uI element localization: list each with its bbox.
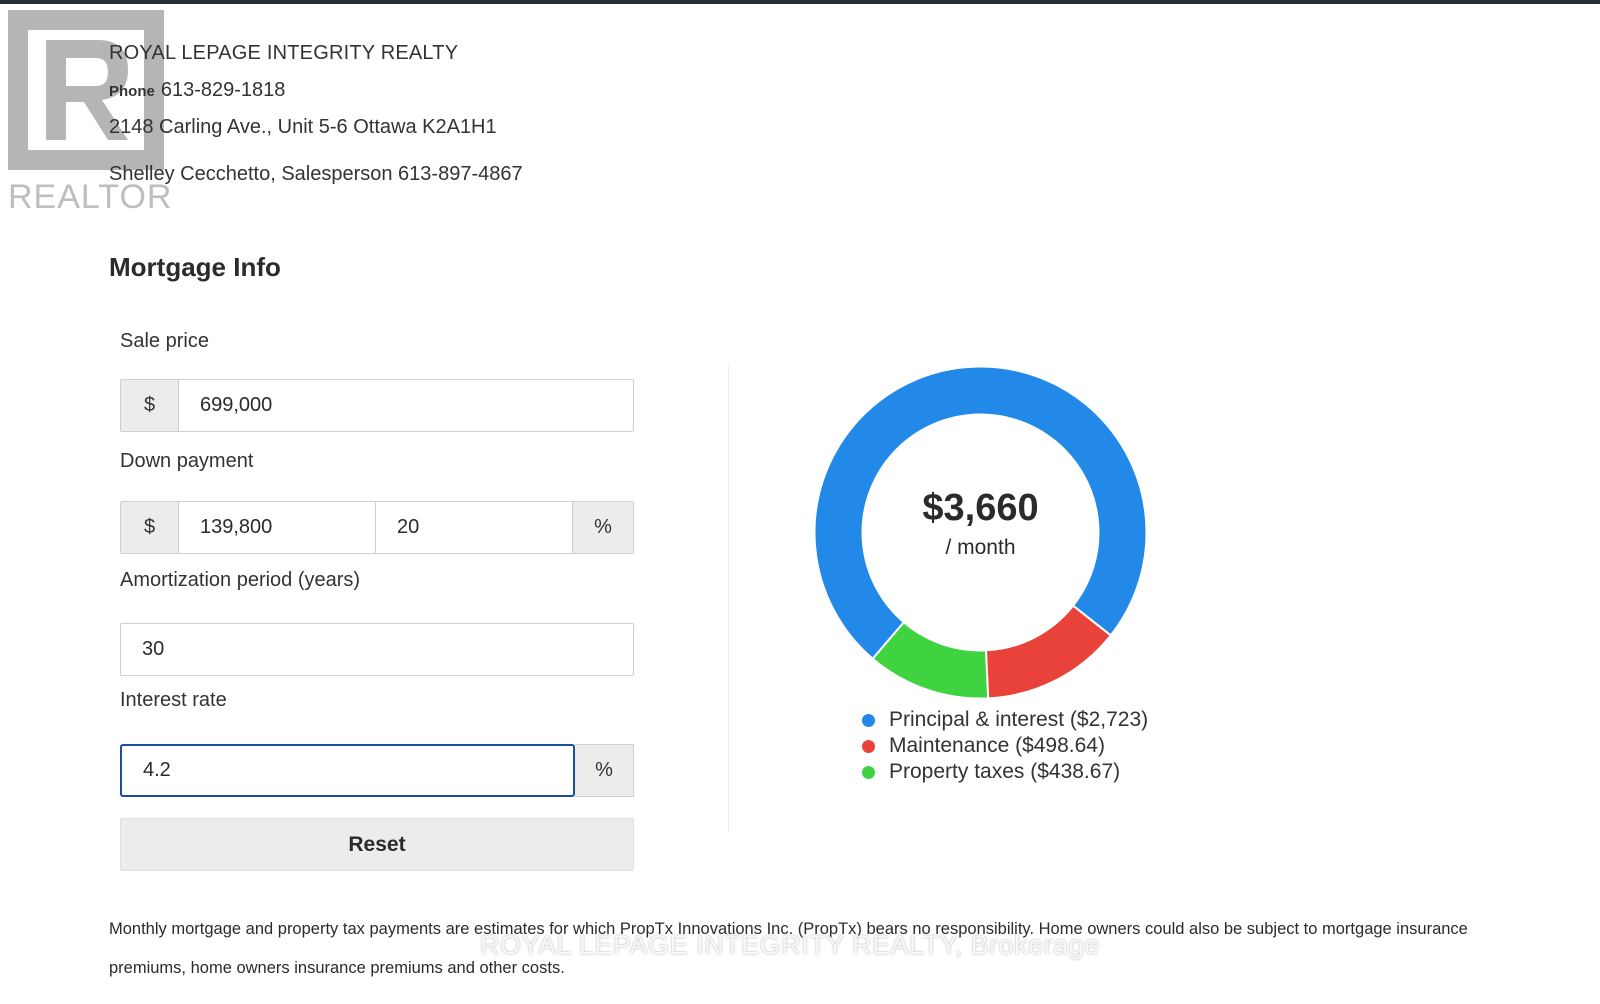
legend-label: Maintenance ($498.64)	[889, 734, 1105, 757]
down-payment-amount-input[interactable]: 139,800	[179, 502, 376, 553]
reset-button[interactable]: Reset	[120, 818, 634, 871]
amortization-input[interactable]: 30	[121, 624, 633, 675]
interest-rate-input[interactable]: 4.2	[120, 744, 575, 797]
legend-item: Principal & interest ($2,723)	[862, 707, 1148, 733]
brokerage-watermark: ROYAL LEPAGE INTEGRITY REALTY, Brokerage	[480, 930, 1100, 960]
agent-info: Shelley Cecchetto, Salesperson 613-897-4…	[109, 163, 523, 185]
legend-label: Property taxes ($438.67)	[889, 760, 1121, 783]
brokerage-name: ROYAL LEPAGE INTEGRITY REALTY	[109, 42, 459, 64]
donut-slice-maintenance[interactable]	[984, 604, 1113, 700]
phone-line: Phone 613-829-1818	[109, 79, 285, 102]
legend-dot-icon	[862, 739, 875, 753]
top-bar	[0, 0, 1600, 4]
monthly-total: $3,660	[922, 487, 1039, 529]
sale-price-label: Sale price	[120, 330, 209, 352]
interest-rate-group: 4.2 %	[120, 744, 634, 797]
legend-dot-icon	[862, 713, 875, 727]
amortization-group: 30	[120, 623, 634, 676]
sale-price-group: $ 699,000	[120, 379, 634, 432]
legend-label: Principal & interest ($2,723)	[889, 708, 1149, 731]
column-divider	[728, 366, 729, 832]
legend-dot-icon	[862, 765, 875, 779]
chart-legend: Principal & interest ($2,723) Maintenance…	[862, 707, 1148, 785]
section-title: Mortgage Info	[109, 252, 281, 282]
phone-label: Phone	[109, 83, 155, 100]
down-payment-group: $ 139,800 20 %	[120, 501, 634, 554]
down-payment-label: Down payment	[120, 450, 254, 472]
phone-number[interactable]: 613-829-1818	[161, 79, 286, 101]
sale-price-input[interactable]: 699,000	[179, 380, 633, 431]
interest-rate-label: Interest rate	[120, 689, 227, 711]
amortization-label: Amortization period (years)	[120, 569, 361, 591]
currency-addon: $	[121, 380, 179, 431]
down-payment-percent-input[interactable]: 20	[376, 502, 573, 553]
legend-item: Property taxes ($438.67)	[862, 759, 1148, 785]
brokerage-address: 2148 Carling Ave., Unit 5-6 Ottawa K2A1H…	[109, 116, 497, 138]
percent-addon: %	[573, 502, 633, 553]
monthly-period: / month	[945, 536, 1016, 559]
currency-addon: $	[121, 502, 179, 553]
percent-addon: %	[575, 744, 634, 797]
legend-item: Maintenance ($498.64)	[862, 733, 1148, 759]
payment-donut-chart	[813, 365, 1148, 700]
